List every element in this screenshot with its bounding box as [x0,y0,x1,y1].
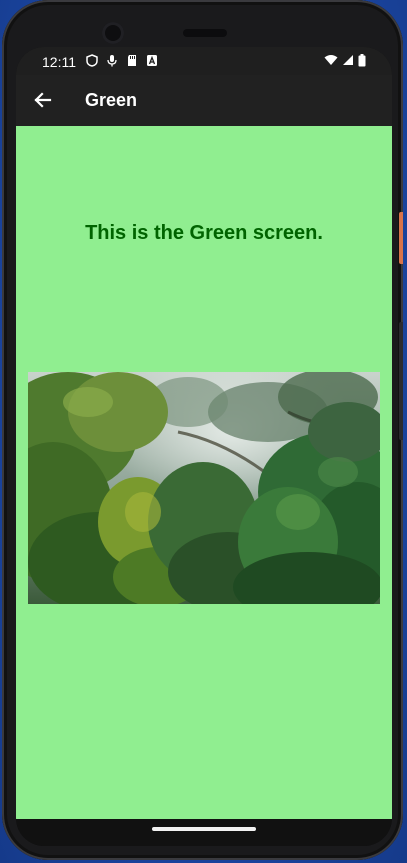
sd-card-icon [126,54,138,67]
front-camera [102,22,124,44]
system-icons [324,54,366,67]
phone-frame: 12:11 Green This is the Green screen. [2,0,403,860]
earpiece-speaker [183,29,227,37]
volume-button[interactable] [399,322,403,440]
mic-off-icon [106,54,118,67]
screen-headline: This is the Green screen. [85,222,323,244]
app-bar: Green [16,75,392,126]
green-screen-content: This is the Green screen. [16,126,392,819]
signal-icon [342,54,354,67]
status-time: 12:11 [42,54,76,70]
power-button[interactable] [399,212,403,264]
battery-icon [358,54,366,67]
status-bar: 12:11 [16,47,392,75]
home-gesture-bar[interactable] [152,827,256,831]
notification-icons [86,54,158,67]
a-badge-icon [146,54,158,67]
app-title: Green [85,90,138,110]
shield-icon [86,54,98,67]
phone-screen: 12:11 Green This is the Green screen. [16,47,392,846]
forest-image [28,372,380,604]
gesture-nav-area [16,819,392,846]
arrow-back-icon[interactable] [30,87,56,113]
wifi-icon [324,54,338,67]
